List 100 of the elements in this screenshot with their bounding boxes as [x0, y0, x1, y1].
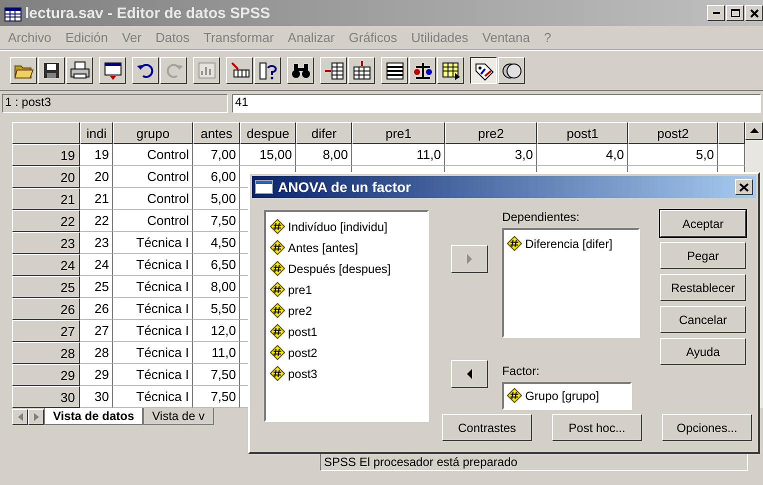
table-cell: Control: [113, 166, 193, 188]
variable-item[interactable]: post1: [270, 321, 424, 342]
table-cell: 11,0: [193, 342, 240, 364]
variable-item[interactable]: Después [despues]: [270, 258, 424, 279]
table-cell: 6,50: [193, 254, 240, 276]
table-cell: 28: [80, 342, 113, 364]
column-header[interactable]: grupo: [113, 122, 193, 144]
table-cell: 5,0: [628, 144, 718, 166]
row-header[interactable]: 20: [12, 166, 80, 188]
table-cell: 24: [80, 254, 113, 276]
table-cell: 6,00: [193, 166, 240, 188]
table-cell: Técnica I: [113, 276, 193, 298]
row-header[interactable]: 24: [12, 254, 80, 276]
column-header[interactable]: [718, 122, 745, 144]
variable-item[interactable]: Antes [antes]: [270, 237, 424, 258]
column-header[interactable]: despue: [240, 122, 296, 144]
table-cell: 25: [80, 276, 113, 298]
numeric-variable-icon: [270, 219, 285, 234]
row-header[interactable]: 25: [12, 276, 80, 298]
table-cell: 11,0: [352, 144, 445, 166]
cell-value-field[interactable]: 41: [232, 94, 761, 113]
table-cell: [718, 144, 745, 166]
minimize-icon: [712, 12, 720, 14]
table-cell: Control: [113, 210, 193, 232]
corner-cell: [12, 122, 80, 144]
table-cell: 21: [80, 188, 113, 210]
numeric-variable-icon: [270, 303, 285, 318]
row-header[interactable]: 22: [12, 210, 80, 232]
row-header[interactable]: 28: [12, 342, 80, 364]
variable-name: Antes [antes]: [288, 240, 358, 254]
variable-item[interactable]: Indivíduo [individu]: [270, 216, 424, 237]
variable-item[interactable]: pre1: [270, 279, 424, 300]
dialog-button[interactable]: Restablecer: [660, 274, 746, 301]
row-header[interactable]: 26: [12, 298, 80, 320]
help-icon: [256, 60, 278, 81]
scroll-left-button[interactable]: [12, 409, 28, 425]
scroll-right-button[interactable]: [28, 409, 44, 425]
variable-item[interactable]: post3: [270, 363, 424, 384]
dialog-button[interactable]: Contrastes: [442, 414, 532, 441]
dialog-title: ANOVA de un factor: [278, 179, 412, 195]
table-cell: Técnica I: [113, 320, 193, 342]
close-button[interactable]: [735, 179, 753, 195]
variable-item[interactable]: post2: [270, 342, 424, 363]
close-button[interactable]: [745, 5, 763, 21]
table-cell: Técnica I: [113, 342, 193, 364]
numeric-variable-icon: [507, 236, 522, 251]
table-cell: 15,00: [240, 144, 296, 166]
toolbar-button[interactable]: [470, 57, 497, 84]
table-cell: Técnica I: [113, 298, 193, 320]
variable-item[interactable]: pre2: [270, 300, 424, 321]
column-header[interactable]: post2: [628, 122, 718, 144]
column-header[interactable]: indi: [80, 122, 113, 144]
close-icon: [739, 182, 749, 192]
column-header[interactable]: pre1: [352, 122, 445, 144]
field-label: Dependientes:: [502, 210, 580, 226]
column-header[interactable]: antes: [193, 122, 240, 144]
numeric-variable-icon: [270, 366, 285, 381]
column-header[interactable]: post1: [537, 122, 628, 144]
factor-field[interactable]: Grupo [grupo]: [502, 382, 632, 410]
numeric-variable-icon: [507, 388, 522, 403]
table-cell: 4,0: [537, 144, 628, 166]
dependents-list[interactable]: Diferencia [difer]: [502, 228, 640, 338]
window-title: lectura.sav - Editor de datos SPSS: [25, 4, 272, 22]
row-header[interactable]: 23: [12, 232, 80, 254]
dialog-button[interactable]: Cancelar: [660, 306, 746, 333]
numeric-variable-icon: [270, 240, 285, 255]
variable-item[interactable]: Grupo [grupo]: [507, 385, 628, 406]
row-header[interactable]: 29: [12, 364, 80, 386]
numeric-variable-icon: [270, 324, 285, 339]
sheet-tab[interactable]: Vista de v: [143, 408, 214, 425]
close-icon: [748, 8, 760, 18]
table-cell: Control: [113, 144, 193, 166]
dialog-button[interactable]: Aceptar: [660, 210, 746, 237]
insert-case-icon: [322, 60, 344, 81]
row-header[interactable]: 19: [12, 144, 80, 166]
table-cell: 20: [80, 166, 113, 188]
column-header[interactable]: difer: [296, 122, 352, 144]
variable-name: Indivíduo [individu]: [288, 220, 388, 234]
dialog-button[interactable]: Post hoc...: [552, 414, 642, 441]
row-header[interactable]: 27: [12, 320, 80, 342]
dialog-button[interactable]: Pegar: [660, 242, 746, 269]
variable-item[interactable]: Diferencia [difer]: [507, 233, 635, 254]
variable-name: post3: [288, 366, 318, 380]
table-cell: 5,50: [193, 298, 240, 320]
numeric-variable-icon: [270, 282, 285, 297]
move-left-button[interactable]: [451, 360, 488, 388]
column-header[interactable]: pre2: [445, 122, 537, 144]
variable-name: Diferencia [difer]: [525, 236, 612, 250]
sheet-tab[interactable]: Vista de datos: [44, 408, 144, 425]
variable-list[interactable]: Indivíduo [individu] Antes [antes] Después [despues] pre1 pre2 post1 post2 post3: [264, 210, 430, 422]
table-cell: 3,0: [445, 144, 537, 166]
variable-name: post1: [288, 324, 318, 338]
dialog-button[interactable]: Opciones...: [662, 414, 752, 441]
dialog-button[interactable]: Ayuda: [660, 338, 746, 365]
minimize-button[interactable]: [707, 5, 725, 21]
row-header[interactable]: 21: [12, 188, 80, 210]
table-cell: 29: [80, 364, 113, 386]
row-header[interactable]: 30: [12, 386, 80, 408]
maximize-button[interactable]: [726, 5, 744, 21]
variable-name: Después [despues]: [288, 262, 391, 276]
